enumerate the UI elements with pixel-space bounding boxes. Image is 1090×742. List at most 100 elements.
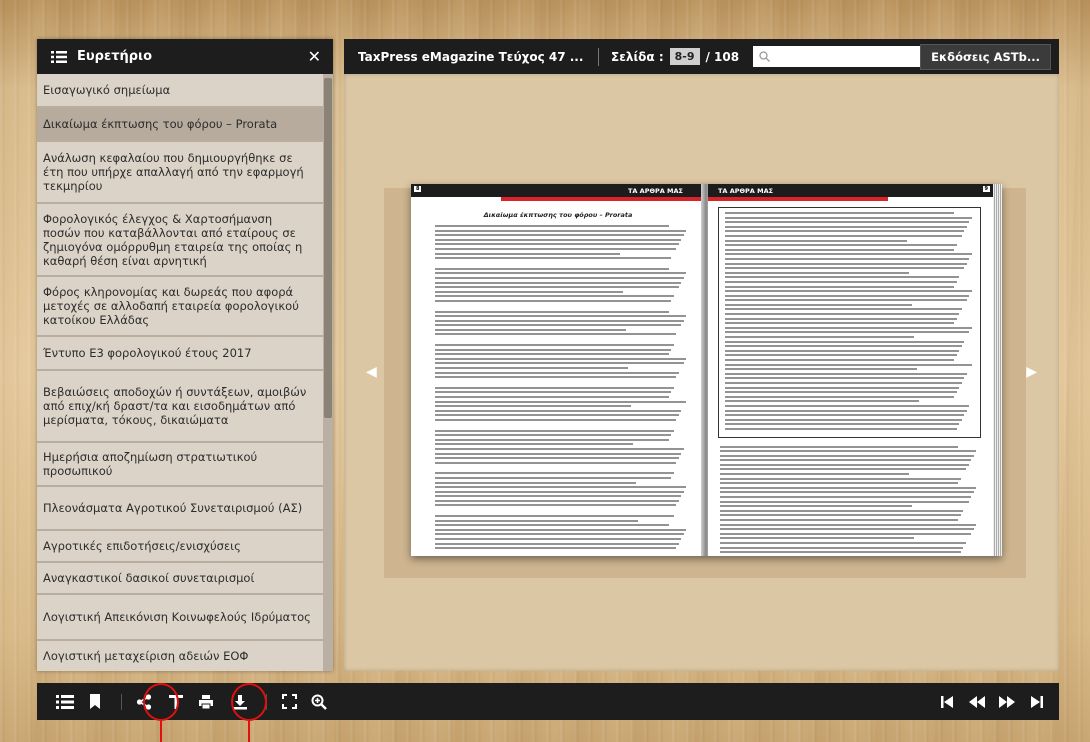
search-box[interactable] [753,46,921,67]
text-line [725,331,970,334]
text-line [435,391,672,394]
text-line [720,473,910,476]
text-line [435,499,679,502]
text-line [720,509,964,512]
divider [266,693,267,710]
download-icon[interactable] [228,690,252,714]
next-page-icon[interactable] [995,690,1019,714]
print-icon[interactable] [194,690,218,714]
toc-title: Ευρετήριο [77,49,153,64]
text-line [435,362,684,365]
text-line [435,429,674,432]
magazine-title: TaxPress eMagazine Τεύχος 47 ... [358,49,584,64]
text-line [435,376,677,379]
text-line [725,409,967,412]
text-line [725,395,955,398]
text-line [435,495,682,498]
text-line [435,447,684,450]
annotation-line [248,721,250,742]
text-line [435,247,677,250]
toc-item[interactable]: Αναγκαστικοί δασικοί συνεταιρισμοί [37,563,323,595]
toc-item-label: Βεβαιώσεις αποδοχών ή συντάξεων, αμοιβών… [43,385,307,427]
text-line [725,267,965,270]
text-line [725,299,967,302]
toc-item-label: Λογιστική Απεικόνιση Κοινωφελούς Ιδρύματ… [43,610,311,624]
text-line [725,326,972,329]
toc-item[interactable]: Λογιστική Απεικόνιση Κοινωφελούς Ιδρύματ… [37,595,323,641]
bookmark-icon[interactable] [83,690,107,714]
last-page-icon[interactable] [1025,690,1049,714]
text-line [435,319,684,322]
previous-page-icon[interactable] [965,690,989,714]
text-line [435,238,682,241]
left-page[interactable]: 8 ΤΑ ΑΡΘΡΑ ΜΑΣ Δικαίωμα έκπτωσης του φόρ… [411,184,705,556]
toc-item-active[interactable]: Δικαίωμα έκπτωσης του φόρου – Prorata [37,108,323,142]
text-line [725,313,960,316]
text-line [435,229,687,232]
text-line [435,547,677,550]
close-icon[interactable]: ✕ [308,47,321,66]
text-line [435,486,687,489]
next-arrow-icon[interactable]: ▶ [1026,364,1037,380]
text-line [435,234,684,237]
toc-item[interactable]: Ανάλωση κεφαλαίου που δημιουργήθηκε σε έ… [37,142,323,204]
text-line [435,344,674,347]
fullscreen-icon[interactable] [277,690,301,714]
text-line [435,348,672,351]
article-body [411,225,705,550]
text-line [435,252,621,255]
toc-scrollbar[interactable] [323,74,333,671]
text-line [720,491,974,494]
current-page-input[interactable]: 8-9 [669,48,700,65]
toc-item-label: Πλεονάσματα Αγροτικού Συνεταιρισμού (ΑΣ) [43,501,303,515]
toc-item[interactable]: Εισαγωγικό σημείωμα [37,74,323,108]
text-line [725,212,955,214]
page-edge [993,184,1002,556]
text-line [435,461,677,464]
article-title: Δικαίωμα έκπτωσης του φόρου – Prorata [483,211,633,219]
text-line [435,386,674,389]
text-line [720,496,972,499]
toc-item[interactable]: Λογιστική μεταχείριση αδειών ΕΟΦ [37,641,323,671]
table-of-contents-icon[interactable] [53,690,77,714]
right-page[interactable]: ΤΑ ΑΡΘΡΑ ΜΑΣ 9 [708,184,993,556]
text-line [725,239,907,242]
page-total: / 108 [705,49,740,64]
text-line [725,271,910,274]
open-book[interactable]: 8 ΤΑ ΑΡΘΡΑ ΜΑΣ Δικαίωμα έκπτωσης του φόρ… [411,184,1002,556]
text-line [435,396,669,398]
toc-item[interactable]: Φορολογικός έλεγχος & Χαρτοσήμανση ποσών… [37,204,323,277]
text-line [725,285,955,288]
first-page-icon[interactable] [935,690,959,714]
text-line [435,286,679,289]
text-line [435,243,679,246]
toc-item-label: Φόρος κληρονομίας και δωρεάς που αφορά μ… [43,285,299,327]
toc-item[interactable]: Βεβαιώσεις αποδοχών ή συντάξεων, αμοιβών… [37,371,323,443]
text-line [725,404,970,407]
text-line [435,472,674,475]
toc-item[interactable]: Πλεονάσματα Αγροτικού Συνεταιρισμού (ΑΣ) [37,487,323,531]
toc-item[interactable]: Φόρος κληρονομίας και δωρεάς που αφορά μ… [37,277,323,337]
share-icon[interactable] [132,690,156,714]
text-line [435,225,669,227]
text-line [435,409,682,412]
previous-arrow-icon[interactable]: ◀ [366,364,377,380]
text-line [725,359,955,361]
text-line [725,423,960,426]
zoom-icon[interactable] [307,690,331,714]
toc-item[interactable]: Αγροτικές επιδοτήσεις/ενισχύσεις [37,531,323,563]
annotation-line [160,721,162,742]
text-line [725,345,962,348]
toc-item[interactable]: Έντυπο Ε3 φορολογικού έτους 2017 [37,337,323,371]
text-line [720,528,974,531]
search-input[interactable] [774,50,915,63]
editions-button[interactable]: Εκδόσεις ASTb... [920,43,1051,70]
text-line [435,504,677,507]
text-icon[interactable] [164,690,188,714]
text-line [725,317,957,320]
toc-item-label: Δικαίωμα έκπτωσης του φόρου – Prorata [43,117,278,131]
scrollbar-thumb[interactable] [324,78,332,418]
text-line [435,542,679,545]
toc-item[interactable]: Ημερήσια αποζημίωση στρατιωτικού προσωπι… [37,443,323,487]
toc-item-label: Ημερήσια αποζημίωση στρατιωτικού προσωπι… [43,450,258,478]
